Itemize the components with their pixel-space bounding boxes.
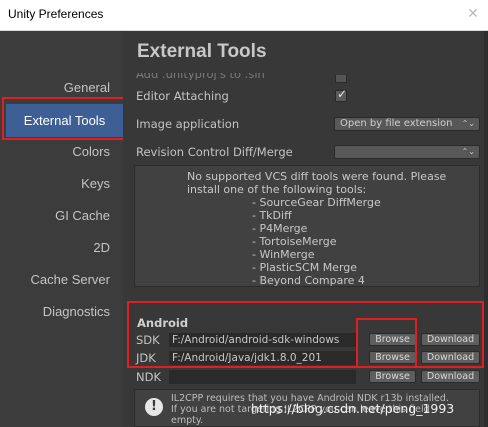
window-title: Unity Preferences <box>8 7 104 21</box>
editor-attaching-label: Editor Attaching <box>136 89 229 103</box>
vcs-help-box: No supported VCS diff tools were found. … <box>134 165 480 287</box>
sidebar-item-gi-cache[interactable]: GI Cache <box>55 208 110 223</box>
help-line: - P4Merge <box>252 222 308 235</box>
title-bar: Unity Preferences ✕ <box>0 0 488 31</box>
cutoff-checkbox[interactable] <box>335 75 347 83</box>
sidebar: General External Tools Colors Keys GI Ca… <box>0 31 123 427</box>
dropdown-arrow-icon: ⌃⌄ <box>461 147 475 156</box>
sidebar-item-2d[interactable]: 2D <box>93 240 110 255</box>
page-title: External Tools <box>137 41 267 62</box>
help-line: install one of the following tools: <box>187 183 367 196</box>
android-annotation-box <box>127 301 484 368</box>
checkmark-icon: ✓ <box>337 87 348 101</box>
revision-control-label: Revision Control Diff/Merge <box>136 145 293 159</box>
sidebar-item-colors[interactable]: Colors <box>72 144 110 159</box>
image-application-label: Image application <box>136 117 240 131</box>
ndk-label: NDK <box>136 370 161 384</box>
preferences-window: Unity Preferences ✕ General External Too… <box>0 0 488 427</box>
warning-icon: ! <box>145 398 163 416</box>
help-line: - Beyond Compare 4 <box>252 274 365 287</box>
browse-annotation-box <box>356 318 417 368</box>
ndk-download-button[interactable]: Download <box>421 370 480 383</box>
sidebar-item-cache-server[interactable]: Cache Server <box>31 272 110 287</box>
ndk-path-field[interactable] <box>169 370 356 384</box>
close-icon[interactable]: ✕ <box>464 4 482 24</box>
sidebar-item-diagnostics[interactable]: Diagnostics <box>43 304 110 319</box>
editor-attaching-checkbox[interactable]: ✓ <box>335 87 348 102</box>
sidebar-item-general[interactable]: General <box>64 80 110 95</box>
vertical-scrollbar[interactable] <box>484 31 488 427</box>
help-line: - TortoiseMerge <box>252 235 337 248</box>
help-line: No supported VCS diff tools were found. … <box>187 170 447 183</box>
image-application-value: Open by file extension <box>340 118 453 129</box>
help-line: - TkDiff <box>252 209 292 222</box>
help-line: - WinMerge <box>252 248 315 261</box>
help-line: - PlasticSCM Merge <box>252 261 358 274</box>
ndk-browse-button[interactable]: Browse <box>369 370 416 383</box>
watermark-text: https://blog.csdn.net/peng_1993 <box>251 401 455 416</box>
revision-control-dropdown[interactable]: ⌃⌄ <box>334 145 480 159</box>
help-line: - SourceGear DiffMerge <box>252 196 381 209</box>
cutoff-setting-label: Add .unityproj's to .sln <box>136 73 265 80</box>
selection-annotation-box <box>2 97 128 140</box>
image-application-dropdown[interactable]: Open by file extension ⌃⌄ <box>334 117 480 131</box>
dropdown-arrow-icon: ⌃⌄ <box>461 119 475 128</box>
ndk-notice-line: empty. <box>171 415 204 426</box>
sidebar-item-keys[interactable]: Keys <box>81 176 110 191</box>
